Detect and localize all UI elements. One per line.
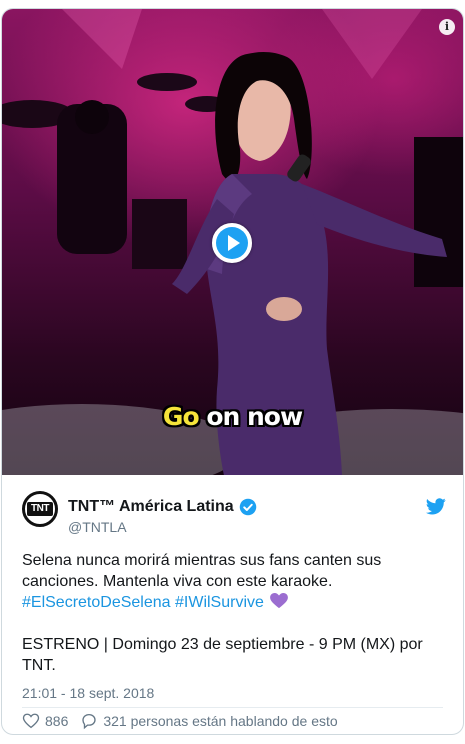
video-caption: Go on now xyxy=(2,402,463,431)
avatar[interactable]: TNT xyxy=(22,491,58,527)
tweet-text-line: TNT. xyxy=(22,657,56,674)
tweet-hashtag-line: #ElSecretoDeSelena #IWilSurvive xyxy=(22,592,442,613)
hashtag-link[interactable]: #ElSecretoDeSelena xyxy=(22,594,171,611)
twitter-bird-icon[interactable] xyxy=(426,498,446,515)
tweet-text-line: canciones. Mantenla viva con este karaok… xyxy=(22,573,333,590)
purple-heart-icon xyxy=(270,593,289,609)
hashtag-link[interactable]: #IWilSurvive xyxy=(175,594,264,611)
replies-link[interactable]: 321 personas están hablando de esto xyxy=(103,713,337,729)
tweet-timestamp[interactable]: 21:01 - 18 sept. 2018 xyxy=(22,685,154,701)
author-name-row[interactable]: TNT™ América Latina xyxy=(68,498,257,516)
play-icon xyxy=(216,227,248,259)
divider xyxy=(22,707,443,708)
reply-bubble-icon[interactable] xyxy=(80,712,98,730)
embedded-tweet-card[interactable]: i Go on now TNT TNT™ América Latina @TNT… xyxy=(1,8,464,735)
heart-like-icon[interactable] xyxy=(22,712,40,730)
play-button[interactable] xyxy=(212,223,252,263)
tweet-actions: 886 321 personas están hablando de esto xyxy=(22,712,338,730)
tweet-text: Selena nunca morirá mientras sus fans ca… xyxy=(22,550,442,676)
info-icon[interactable]: i xyxy=(439,19,455,35)
user-handle[interactable]: @TNTLA xyxy=(68,519,127,535)
tweet-text-line: ESTRENO | Domingo 23 de septiembre - 9 P… xyxy=(22,636,423,653)
avatar-logo: TNT xyxy=(27,502,53,516)
display-name[interactable]: TNT™ América Latina xyxy=(68,498,234,516)
caption-highlight: Go xyxy=(162,402,200,431)
video-thumbnail[interactable]: i Go on now xyxy=(2,9,463,475)
verified-badge-icon xyxy=(239,498,256,516)
tweet-text-line: Selena nunca morirá mientras sus fans ca… xyxy=(22,552,382,569)
likes-count[interactable]: 886 xyxy=(45,713,68,729)
caption-rest: on now xyxy=(198,402,303,431)
